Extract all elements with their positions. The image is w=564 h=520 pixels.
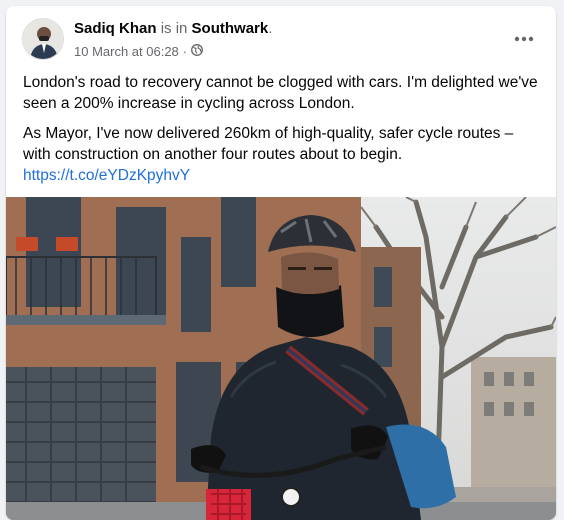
globe-icon [191, 44, 204, 59]
location-period: . [268, 20, 273, 37]
timestamp[interactable]: 10 March at 06:28 [74, 44, 179, 59]
avatar[interactable] [22, 18, 64, 60]
post-header: Sadiq Khan is in Southwark. 10 March at … [6, 6, 556, 68]
location-link[interactable]: Southwark [192, 20, 269, 37]
meta-separator: · [182, 44, 188, 59]
more-options-button[interactable] [506, 26, 542, 50]
post-photo[interactable] [6, 197, 556, 520]
is-in-text: is in [160, 20, 188, 37]
ellipsis-icon [514, 29, 534, 47]
author-name[interactable]: Sadiq Khan [74, 20, 157, 37]
post-paragraph-2-text: As Mayor, I've now delivered 260km of hi… [23, 125, 514, 163]
post-paragraph-2: As Mayor, I've now delivered 260km of hi… [23, 123, 543, 186]
post-paragraph-1: London's road to recovery cannot be clog… [23, 74, 538, 112]
post-text: London's road to recovery cannot be clog… [23, 72, 543, 195]
post-link[interactable]: https://t.co/eYDzKpyhvY [23, 167, 190, 184]
post-card: Sadiq Khan is in Southwark. 10 March at … [6, 6, 556, 520]
author-line: Sadiq Khan is in Southwark. [74, 20, 272, 37]
post-meta: 10 March at 06:28 · [74, 44, 204, 59]
